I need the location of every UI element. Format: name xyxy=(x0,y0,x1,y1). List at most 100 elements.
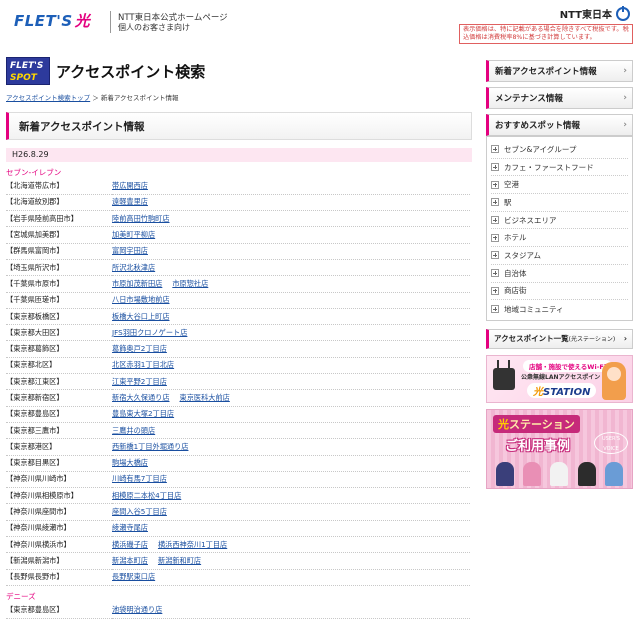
hikari-station-banner[interactable]: 店舗・施設で使えるWi-Fi 公衆無線LANアクセスポイント 光STATION xyxy=(486,354,633,403)
shop-cell: 新宿大久保通り店 東京医科大前店 xyxy=(112,390,470,406)
flets-spot-logo: FLET'S SPOT xyxy=(6,57,50,85)
shop-link[interactable]: 相模原二本松4丁目店 xyxy=(112,491,181,500)
category-heading: セブン-イレブン xyxy=(6,168,62,177)
shop-link[interactable]: 加美町平柳店 xyxy=(112,230,155,239)
sidebar-recommended-header[interactable]: おすすめスポット情報 › xyxy=(486,114,633,136)
spot-category-item[interactable]: ビジネスエリア xyxy=(491,212,628,230)
banner-wifi-caption: 店舗・施設で使えるWi-Fi xyxy=(523,359,613,372)
chevron-right-icon: › xyxy=(623,120,627,130)
spot-category-item[interactable]: セブン&アイグループ xyxy=(491,141,628,159)
shop-link[interactable]: 豊島東大塚2丁目店 xyxy=(112,409,174,418)
prefecture-cell: 【東京都板橋区】 xyxy=(6,311,64,321)
shop-link[interactable]: 綾瀬寺尾店 xyxy=(112,523,148,532)
main-content: FLET'S SPOT アクセスポイント検索 アクセスポイント検索トップ ＞ 新… xyxy=(6,56,472,619)
shop-link[interactable]: 市原惣社店 xyxy=(172,279,208,288)
shop-link[interactable]: 新潟本町店 xyxy=(112,556,148,565)
shop-link[interactable]: 川崎有馬7丁目店 xyxy=(112,474,167,483)
spot-category-item[interactable]: ホテル xyxy=(491,229,628,248)
prefecture-cell: 【埼玉県所沢市】 xyxy=(6,262,64,272)
shop-link[interactable]: 三鷹井の頭店 xyxy=(112,426,155,435)
prefecture-cell: 【東京都新宿区】 xyxy=(6,393,64,402)
usage-examples-banner[interactable]: 光ステーション ご利用事例 USER'S VOICE xyxy=(486,408,633,489)
shop-link[interactable]: 池袋明治通り店 xyxy=(112,605,162,614)
shop-link[interactable]: 富岡宇田店 xyxy=(112,246,148,255)
shop-link[interactable]: 新宿大久保通り店 xyxy=(112,393,170,402)
spot-category-item[interactable]: 駅 xyxy=(491,194,628,212)
shop-link[interactable]: 駒場大橋店 xyxy=(112,458,148,467)
shop-cell: 富岡宇田店 xyxy=(112,243,470,259)
sidebar-ap-list-link[interactable]: アクセスポイント一覧(光ステーション) › xyxy=(486,328,633,349)
table-row: 【神奈川県綾瀬市】 綾瀬寺尾店 xyxy=(6,520,470,537)
shop-cell: 八日市場敷地前店 xyxy=(112,292,470,308)
prefecture-cell: 【北海道帯広市】 xyxy=(6,180,64,190)
spot-category-label: ホテル xyxy=(504,233,527,243)
shop-cell: 相模原二本松4丁目店 xyxy=(112,488,470,504)
shop-cell: JFS羽田クロノゲート店 xyxy=(112,325,470,341)
table-row: 【東京都三鷹市】 三鷹井の頭店 xyxy=(6,422,470,439)
shop-link[interactable]: 葛飾奥戸2丁目店 xyxy=(112,344,167,353)
prefecture-cell: 【東京都江東区】 xyxy=(6,376,64,386)
shop-link[interactable]: 所沢北秋津店 xyxy=(112,263,155,272)
shop-cell: 新潟本町店 新潟新和町店 xyxy=(112,553,470,569)
expand-plus-icon xyxy=(491,305,499,314)
recommended-spot-list: セブン&アイグループ カフェ・ファーストフード 空港駅ビジネスエリア ホテルスタジアム… xyxy=(486,136,633,321)
shop-cell: 所沢北秋津店 xyxy=(112,259,470,275)
shop-cell: 綾瀬寺尾店 xyxy=(112,520,470,536)
prefecture-cell: 【新潟県新潟市】 xyxy=(6,555,64,565)
shop-link[interactable]: 長野駅東口店 xyxy=(112,572,155,581)
prefecture-cell: 【東京都目黒区】 xyxy=(6,458,64,468)
shop-link[interactable]: 横浜磯子店 xyxy=(112,540,148,549)
spot-category-item[interactable]: 商店街 xyxy=(491,283,628,301)
table-row: 【東京都大田区】 JFS羽田クロノゲート店 xyxy=(6,325,470,341)
prefecture-cell: 【東京都北区】 xyxy=(6,360,57,370)
shop-link[interactable]: 横浜西神奈川1丁目店 xyxy=(158,540,227,549)
shop-link[interactable]: 東京医科大前店 xyxy=(180,393,230,402)
shop-link[interactable]: JFS羽田クロノゲート店 xyxy=(112,328,187,337)
shop-link[interactable]: 八日市場敷地前店 xyxy=(112,295,170,304)
table-row: 【北海道帯広市】 帯広開西店 xyxy=(6,178,470,195)
prefecture-cell: 【神奈川県川崎市】 xyxy=(6,474,71,484)
prefecture-cell: 【東京都豊島区】 xyxy=(6,604,64,614)
table-row: 【東京都江東区】 江東平野2丁目店 xyxy=(6,374,470,390)
shop-link[interactable]: 江東平野2丁目店 xyxy=(112,377,167,386)
prefecture-cell: 【神奈川県綾瀬市】 xyxy=(6,523,71,533)
spot-category-item[interactable]: 地域コミュニティ xyxy=(491,300,628,318)
prefecture-cell: 【神奈川県相模原市】 xyxy=(6,490,78,500)
spot-category-item[interactable]: 空港 xyxy=(491,176,628,195)
breadcrumb: アクセスポイント検索トップ ＞ 新着アクセスポイント情報 xyxy=(6,92,472,102)
sidebar-maintenance-link[interactable]: メンテナンス情報 › xyxy=(486,87,633,109)
table-row: 【東京都豊島区】 池袋明治通り店 xyxy=(6,602,470,619)
sidebar-new-info-link[interactable]: 新着アクセスポイント情報 › xyxy=(486,60,633,82)
chevron-right-icon: › xyxy=(623,93,627,103)
shop-link[interactable]: 座間入谷5丁目店 xyxy=(112,507,167,516)
expand-plus-icon xyxy=(491,251,499,260)
shop-link[interactable]: 北区赤羽1丁目北店 xyxy=(112,360,174,369)
shop-cell: 三鷹井の頭店 xyxy=(112,422,470,438)
table-row: 【千葉県市原市】 市原加茂新田店 市原惣社店 xyxy=(6,276,470,293)
shop-link[interactable]: 帯広開西店 xyxy=(112,181,148,190)
shop-cell: 市原加茂新田店 市原惣社店 xyxy=(112,276,470,292)
shop-link[interactable]: 遠軽豊里店 xyxy=(112,197,148,206)
person-illustration xyxy=(605,461,624,486)
ntt-east-logo[interactable]: NTT東日本 xyxy=(560,5,630,21)
spot-category-label: ビジネスエリア xyxy=(504,215,557,225)
spot-category-item[interactable]: スタジアム xyxy=(491,247,628,265)
chevron-right-icon: › xyxy=(623,66,627,76)
table-row: 【神奈川県川崎市】 川崎有馬7丁目店 xyxy=(6,471,470,488)
shop-cell: 横浜磯子店 横浜西神奈川1丁目店 xyxy=(112,537,470,553)
breadcrumb-home-link[interactable]: アクセスポイント検索トップ xyxy=(6,94,90,102)
shop-link[interactable]: 陸前高田竹駒町店 xyxy=(112,214,170,223)
spot-category-item[interactable]: 自治体 xyxy=(491,265,628,283)
shop-link[interactable]: 新潟新和町店 xyxy=(158,556,201,565)
spot-category-item[interactable]: カフェ・ファーストフード xyxy=(491,159,628,177)
spot-category-label: 地域コミュニティ xyxy=(504,304,564,314)
shop-link[interactable]: 市原加茂新田店 xyxy=(112,279,162,288)
shop-link[interactable]: 板橋大谷口上町店 xyxy=(112,312,170,321)
spot-category-label: 駅 xyxy=(504,197,512,207)
shop-cell: 西新橋1丁目外堀通り店 xyxy=(112,439,470,455)
prefecture-cell: 【東京都大田区】 xyxy=(6,327,64,337)
flets-hikari-logo[interactable]: FLET'S 光 xyxy=(14,10,90,31)
shop-link[interactable]: 西新橋1丁目外堀通り店 xyxy=(112,442,188,451)
table-row: 【神奈川県相模原市】 相模原二本松4丁目店 xyxy=(6,488,470,504)
prefecture-cell: 【宮城県加美郡】 xyxy=(6,230,64,240)
